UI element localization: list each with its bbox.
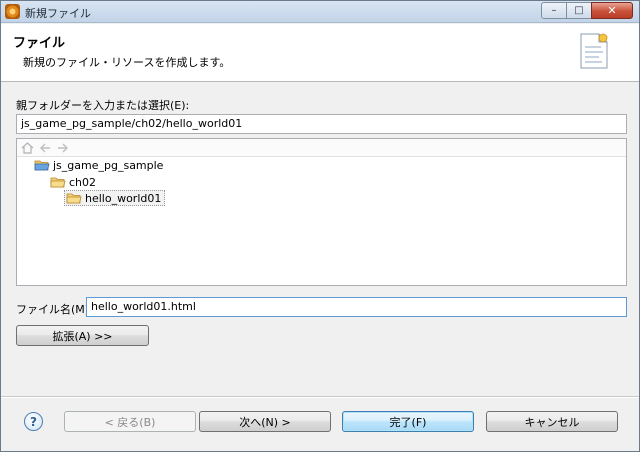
cancel-button[interactable]: キャンセル [486, 411, 618, 432]
tree-item-hello-world01[interactable]: hello_world01 [64, 190, 166, 206]
tree-item-project[interactable]: js_game_pg_sample [34, 157, 163, 173]
footer-separator [1, 396, 639, 398]
close-button[interactable]: ✕ [591, 2, 633, 19]
folder-icon [66, 193, 82, 204]
back-arrow-icon[interactable] [39, 142, 52, 154]
window-title: 新規ファイル [25, 7, 91, 20]
wizard-title: ファイル [13, 36, 66, 51]
wizard-description: 新規のファイル・リソースを作成します。 [23, 56, 231, 69]
project-folder-icon [34, 160, 50, 171]
tree-item-label: js_game_pg_sample [53, 158, 164, 172]
file-name-label: ファイル名(M): [16, 303, 93, 316]
parent-folder-input[interactable]: js_game_pg_sample/ch02/hello_world01 [16, 114, 627, 134]
parent-folder-label: 親フォルダーを入力または選択(E): [16, 99, 190, 112]
finish-button[interactable]: 完了(F) [342, 411, 474, 432]
title-bar[interactable]: 新規ファイル – □ ✕ [1, 1, 639, 23]
wizard-banner: ファイル 新規のファイル・リソースを作成します。 [1, 24, 639, 82]
folder-tree[interactable]: js_game_pg_sample ch02 hello_world01 [16, 138, 627, 286]
advanced-button[interactable]: 拡張(A) >> [16, 325, 149, 346]
tree-item-label: ch02 [69, 175, 97, 189]
window-controls: – □ ✕ [541, 2, 633, 19]
next-button[interactable]: 次へ(N) > [199, 411, 331, 432]
file-name-input[interactable]: hello_world01.html [86, 297, 627, 317]
dialog-window: 新規ファイル – □ ✕ ファイル 新規のファイル・リソースを作成します。 親フ… [0, 0, 640, 452]
back-button[interactable]: < 戻る(B) [64, 411, 196, 432]
help-icon[interactable]: ? [24, 412, 43, 431]
home-icon[interactable] [21, 142, 34, 154]
folder-icon [50, 177, 66, 188]
eclipse-app-icon [5, 4, 20, 19]
tree-item-ch02[interactable]: ch02 [50, 174, 96, 190]
new-file-icon [580, 33, 608, 69]
forward-arrow-icon[interactable] [56, 142, 69, 154]
tree-toolbar [17, 139, 626, 157]
maximize-button[interactable]: □ [566, 2, 592, 19]
tree-item-label: hello_world01 [85, 191, 162, 205]
minimize-button[interactable]: – [541, 2, 567, 19]
